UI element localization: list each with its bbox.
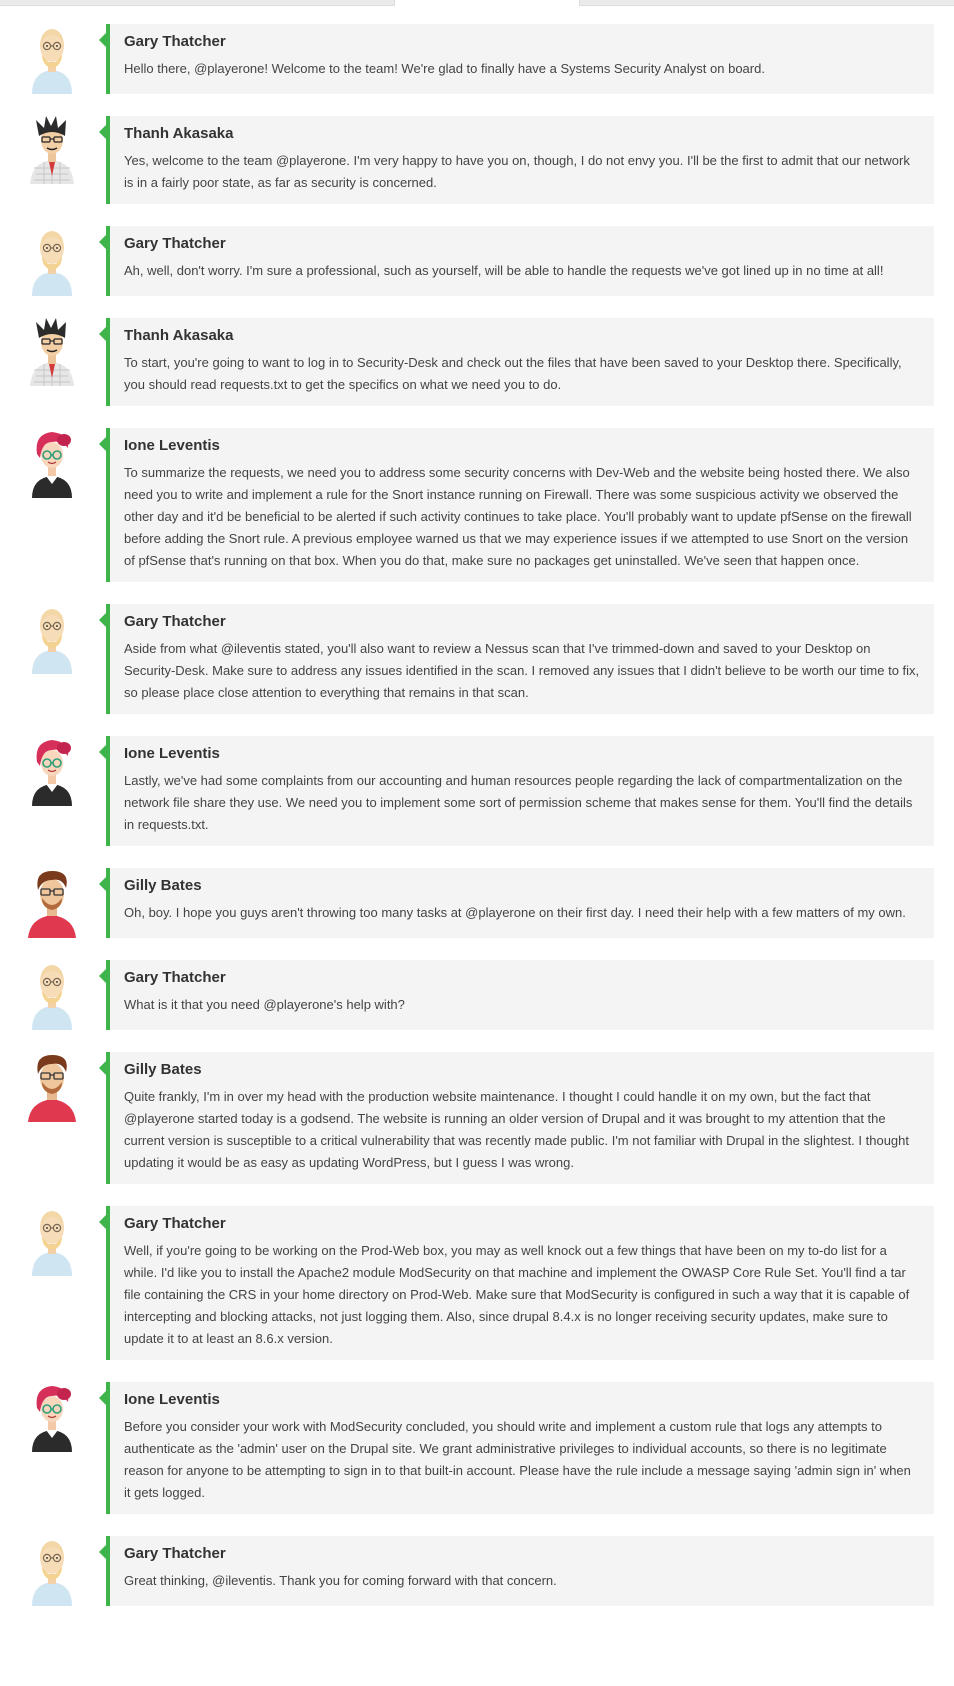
- message-bubble: Ione Leventis Before you consider your wo…: [99, 1382, 934, 1514]
- man-brown-hair-red-shirt-icon: [22, 1052, 82, 1122]
- message-text: To start, you're going to want to log in…: [124, 355, 902, 392]
- message-author[interactable]: Thanh Akasaka: [124, 326, 920, 346]
- message-feed: Gary Thatcher Hello there, @playerone! We…: [0, 24, 954, 1628]
- message-text: Lastly, we've had some complaints from o…: [124, 773, 913, 832]
- message-text: Great thinking, @ileventis. Thank you fo…: [124, 1573, 557, 1588]
- message-author[interactable]: Thanh Akasaka: [124, 124, 920, 144]
- message-bubble: Ione Leventis Lastly, we've had some comp…: [99, 736, 934, 846]
- bald-man-glasses-icon: [22, 960, 82, 1030]
- woman-red-hair-glasses-icon: [22, 1382, 82, 1452]
- woman-red-hair-glasses-icon: [22, 736, 82, 806]
- chat-message: Ione Leventis Lastly, we've had some comp…: [0, 736, 954, 846]
- message-bubble: Thanh Akasaka To start, you're going to w…: [99, 318, 934, 406]
- bald-man-glasses-icon: [22, 24, 82, 94]
- chat-message: Gilly Bates Oh, boy. I hope you guys aren…: [0, 868, 954, 938]
- chat-message: Gary Thatcher Hello there, @playerone! We…: [0, 24, 954, 94]
- message-text: What is it that you need @playerone's he…: [124, 997, 405, 1012]
- message-author[interactable]: Gilly Bates: [124, 1060, 920, 1080]
- message-bubble: Gilly Bates Quite frankly, I'm in over my…: [99, 1052, 934, 1184]
- message-text: Aside from what @ileventis stated, you'l…: [124, 641, 920, 700]
- message-bubble: Thanh Akasaka Yes, welcome to the team @p…: [99, 116, 934, 204]
- message-text: Before you consider your work with ModSe…: [124, 1419, 911, 1500]
- chat-message: Gilly Bates Quite frankly, I'm in over my…: [0, 1052, 954, 1184]
- message-bubble: Ione Leventis To summarize the requests, …: [99, 428, 934, 582]
- bald-man-glasses-icon: [22, 604, 82, 674]
- message-bubble: Gary Thatcher Well, if you're going to be…: [99, 1206, 934, 1360]
- message-author[interactable]: Gary Thatcher: [124, 32, 920, 52]
- message-text: Quite frankly, I'm in over my head with …: [124, 1089, 910, 1170]
- message-text: Hello there, @playerone! Welcome to the …: [124, 61, 765, 76]
- chat-message: Gary Thatcher Well, if you're going to be…: [0, 1206, 954, 1360]
- message-bubble: Gary Thatcher Hello there, @playerone! We…: [99, 24, 934, 94]
- message-author[interactable]: Gary Thatcher: [124, 612, 920, 632]
- message-author[interactable]: Gary Thatcher: [124, 1544, 920, 1564]
- tab-next[interactable]: [580, 0, 954, 6]
- message-author[interactable]: Gary Thatcher: [124, 1214, 920, 1234]
- chat-message: Thanh Akasaka To start, you're going to w…: [0, 318, 954, 406]
- message-bubble: Gary Thatcher Great thinking, @ileventis.…: [99, 1536, 934, 1606]
- message-text: To summarize the requests, we need you t…: [124, 465, 912, 568]
- chat-message: Ione Leventis To summarize the requests, …: [0, 428, 954, 582]
- man-spiky-hair-icon: [22, 116, 82, 186]
- message-author[interactable]: Gary Thatcher: [124, 968, 920, 988]
- message-author[interactable]: Gilly Bates: [124, 876, 920, 896]
- chat-message: Gary Thatcher Ah, well, don't worry. I'm …: [0, 226, 954, 296]
- tab-previous[interactable]: [0, 0, 394, 6]
- message-text: Ah, well, don't worry. I'm sure a profes…: [124, 263, 884, 278]
- woman-red-hair-glasses-icon: [22, 428, 82, 498]
- message-author[interactable]: Ione Leventis: [124, 436, 920, 456]
- message-bubble: Gary Thatcher Aside from what @ileventis …: [99, 604, 934, 714]
- message-bubble: Gary Thatcher Ah, well, don't worry. I'm …: [99, 226, 934, 296]
- chat-message: Gary Thatcher Aside from what @ileventis …: [0, 604, 954, 714]
- message-bubble: Gary Thatcher What is it that you need @p…: [99, 960, 934, 1030]
- message-author[interactable]: Ione Leventis: [124, 744, 920, 764]
- message-text: Well, if you're going to be working on t…: [124, 1243, 910, 1346]
- message-bubble: Gilly Bates Oh, boy. I hope you guys aren…: [99, 868, 934, 938]
- chat-message: Gary Thatcher Great thinking, @ileventis.…: [0, 1536, 954, 1606]
- chat-message: Ione Leventis Before you consider your wo…: [0, 1382, 954, 1514]
- man-brown-hair-red-shirt-icon: [22, 868, 82, 938]
- message-author[interactable]: Ione Leventis: [124, 1390, 920, 1410]
- chat-message: Thanh Akasaka Yes, welcome to the team @p…: [0, 116, 954, 204]
- bald-man-glasses-icon: [22, 1536, 82, 1606]
- bald-man-glasses-icon: [22, 226, 82, 296]
- message-text: Yes, welcome to the team @playerone. I'm…: [124, 153, 910, 190]
- chat-message: Gary Thatcher What is it that you need @p…: [0, 960, 954, 1030]
- tab-active[interactable]: [394, 0, 580, 6]
- man-spiky-hair-icon: [22, 318, 82, 388]
- message-text: Oh, boy. I hope you guys aren't throwing…: [124, 905, 906, 920]
- bald-man-glasses-icon: [22, 1206, 82, 1276]
- tab-bar: [0, 0, 954, 6]
- message-author[interactable]: Gary Thatcher: [124, 234, 920, 254]
